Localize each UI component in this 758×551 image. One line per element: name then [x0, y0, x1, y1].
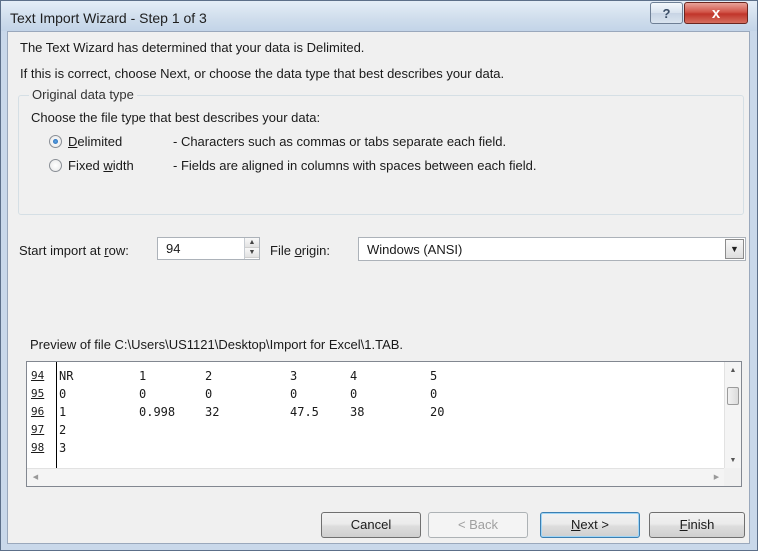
title-bar[interactable]: Text Import Wizard - Step 1 of 3 ? x: [1, 1, 757, 31]
file-origin-label: File origin:: [270, 243, 330, 258]
preview-cell: 2: [59, 423, 67, 437]
finish-button-label: Finish: [679, 517, 715, 532]
preview-cell: 0: [139, 387, 147, 401]
intro-line-2: If this is correct, choose Next, or choo…: [20, 66, 505, 81]
help-icon: ?: [662, 5, 671, 21]
scroll-corner: [724, 468, 741, 486]
file-type-prompt: Choose the file type that best describes…: [31, 110, 321, 125]
back-button-label: < Back: [457, 517, 499, 532]
preview-label: Preview of file C:\Users\US1121\Desktop\…: [30, 337, 404, 352]
help-button[interactable]: ?: [650, 2, 683, 24]
row-number: 96: [31, 405, 45, 418]
radio-desc-delimited: - Characters such as commas or tabs sepa…: [173, 134, 507, 149]
start-row-spinner[interactable]: 94 ▲ ▼: [157, 237, 260, 260]
row-number: 94: [31, 369, 45, 382]
preview-cell: 3: [59, 441, 67, 455]
next-button[interactable]: Next >: [540, 512, 640, 538]
back-button[interactable]: < Back: [428, 512, 528, 538]
preview-horizontal-scrollbar[interactable]: ◀ ▶: [27, 468, 725, 486]
preview-cell: 0: [430, 387, 438, 401]
spin-down-icon: ▼: [248, 249, 256, 256]
radio-fixed-width[interactable]: Fixed width - Fields are aligned in colu…: [49, 158, 536, 173]
spin-up-icon: ▲: [248, 239, 256, 246]
preview-cell: 32: [205, 405, 220, 419]
scroll-right-icon[interactable]: ▶: [708, 469, 725, 486]
preview-cell: NR: [59, 369, 74, 383]
spin-up-button[interactable]: ▲: [245, 238, 259, 248]
row-number: 98: [31, 441, 45, 454]
original-data-type-group: Original data type Choose the file type …: [18, 87, 744, 215]
radio-desc-fixed-width: - Fields are aligned in columns with spa…: [173, 158, 537, 173]
scroll-thumb[interactable]: [727, 387, 739, 405]
cancel-button-label: Cancel: [350, 517, 392, 532]
preview-cell: 0: [205, 387, 213, 401]
preview-cell: 2: [205, 369, 213, 383]
dropdown-button[interactable]: ▼: [725, 239, 744, 259]
preview-cell: 1: [139, 369, 147, 383]
preview-vertical-scrollbar[interactable]: ▲ ▼: [724, 362, 741, 469]
scroll-down-icon[interactable]: ▼: [725, 452, 741, 469]
preview-cell: 4: [350, 369, 358, 383]
close-button[interactable]: x: [684, 2, 748, 24]
preview-pane[interactable]: 94 NR 1 2 3 4 5 95 0 0 0 0 0 0 96 1 0.99…: [26, 361, 742, 487]
preview-cell: 20: [430, 405, 445, 419]
group-legend: Original data type: [29, 87, 137, 102]
scroll-up-icon[interactable]: ▲: [725, 362, 741, 379]
radio-delimited[interactable]: Delimited - Characters such as commas or…: [49, 134, 506, 149]
preview-cell: 47.5: [290, 405, 319, 419]
spin-down-button[interactable]: ▼: [245, 248, 259, 258]
file-origin-select[interactable]: Windows (ANSI) ▼: [358, 237, 746, 261]
preview-cell: 0: [290, 387, 298, 401]
intro-line-1: The Text Wizard has determined that your…: [20, 40, 365, 55]
radio-label-delimited: Delimited: [68, 134, 123, 149]
row-number: 95: [31, 387, 45, 400]
preview-cell: 5: [430, 369, 438, 383]
close-icon: x: [711, 4, 721, 22]
row-number: 97: [31, 423, 45, 436]
file-origin-value: Windows (ANSI): [367, 242, 463, 257]
dialog-body: The Text Wizard has determined that your…: [7, 31, 750, 544]
radio-button-checked[interactable]: [49, 135, 62, 148]
text-import-wizard-dialog: Text Import Wizard - Step 1 of 3 ? x The…: [0, 0, 758, 551]
preview-cell: 1: [59, 405, 67, 419]
next-button-label: Next >: [571, 517, 609, 532]
finish-button[interactable]: Finish: [649, 512, 745, 538]
chevron-down-icon: ▼: [730, 244, 739, 254]
start-row-label: Start import at row:: [19, 243, 129, 258]
preview-cell: 0: [59, 387, 67, 401]
window-title: Text Import Wizard - Step 1 of 3: [10, 10, 207, 26]
start-row-value[interactable]: 94: [166, 241, 180, 256]
cancel-button[interactable]: Cancel: [321, 512, 421, 538]
preview-cell: 0: [350, 387, 358, 401]
radio-label-fixed-width: Fixed width: [68, 158, 134, 173]
spinner-buttons: ▲ ▼: [244, 238, 259, 259]
scroll-left-icon[interactable]: ◀: [27, 469, 44, 486]
preview-cell: 0.998: [139, 405, 176, 419]
preview-cell: 3: [290, 369, 298, 383]
radio-button-unchecked[interactable]: [49, 159, 62, 172]
preview-cell: 38: [350, 405, 365, 419]
